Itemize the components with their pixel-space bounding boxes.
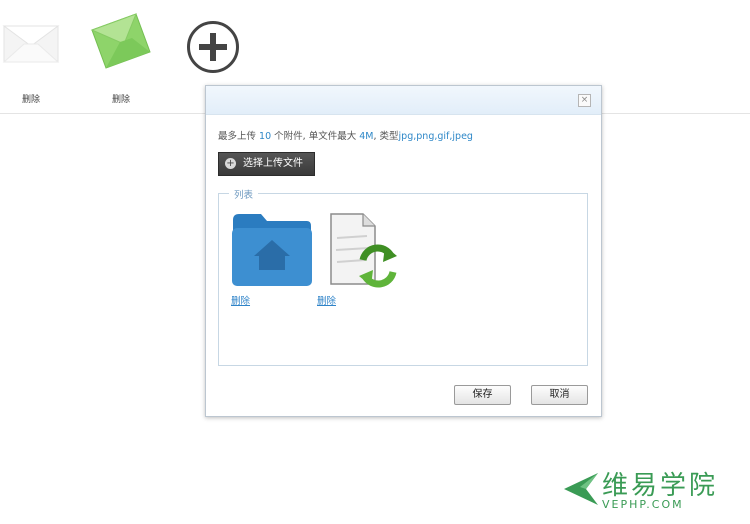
select-button-label: 选择上传文件: [243, 158, 303, 169]
thumbnail-item: 删除: [0, 10, 66, 105]
upload-dialog: × 最多上传 10 个附件, 单文件最大 4M, 类型jpg,png,gif,j…: [205, 85, 602, 417]
thumbnail-item: 删除: [86, 10, 156, 105]
select-upload-file-button[interactable]: + 选择上传文件: [218, 152, 315, 176]
plus-icon: +: [225, 158, 236, 169]
list-item: 删除: [317, 210, 399, 307]
plus-circle-icon: [187, 21, 239, 73]
brand-logo-icon: [564, 473, 598, 505]
upload-hint: 最多上传 10 个附件, 单文件最大 4M, 类型jpg,png,gif,jpe…: [218, 128, 473, 142]
brand-domain: VEPHP.COM: [602, 498, 684, 511]
folder-home-icon: [232, 214, 312, 286]
brand-watermark: 维易学院 VEPHP.COM: [560, 465, 745, 515]
cancel-button[interactable]: 取消: [531, 385, 588, 405]
envelope-green-icon: [88, 10, 154, 70]
hint-types-prefix: , 类型: [373, 131, 399, 142]
dialog-header: ×: [206, 86, 601, 115]
file-refresh-icon: [330, 213, 397, 288]
hint-mid: 个附件, 单文件最大: [274, 131, 357, 142]
list-item: 删除: [231, 210, 313, 307]
delete-link[interactable]: 删除: [317, 293, 336, 307]
hint-count: 10: [259, 131, 272, 142]
thumbnail-delete-link[interactable]: 删除: [0, 92, 66, 105]
delete-link[interactable]: 删除: [231, 293, 250, 307]
envelope-white-icon: [0, 10, 64, 70]
add-attachment-button[interactable]: [186, 20, 240, 74]
hint-size: 4M: [359, 131, 374, 142]
file-list-legend: 列表: [229, 187, 259, 201]
close-button[interactable]: ×: [578, 94, 591, 107]
hint-types: jpg,png,gif,jpeg: [398, 131, 473, 142]
file-list: 列表 删除 删除: [218, 187, 588, 366]
brand-name: 维易学院: [602, 471, 719, 501]
thumbnail-delete-link[interactable]: 删除: [86, 92, 156, 105]
hint-prefix: 最多上传: [218, 131, 257, 142]
save-button[interactable]: 保存: [454, 385, 511, 405]
